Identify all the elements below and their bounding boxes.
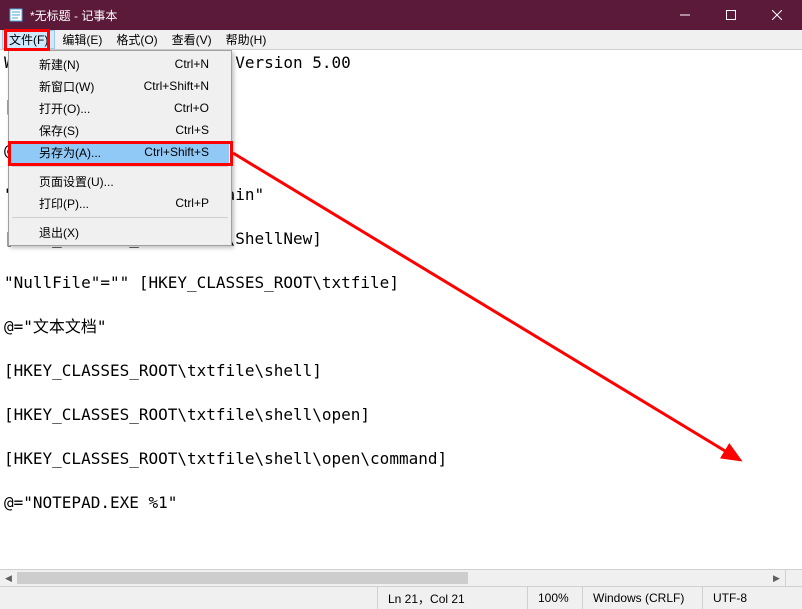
titlebar: *无标题 - 记事本 (0, 0, 802, 30)
menu-item-save[interactable]: 保存(S) Ctrl+S (11, 119, 229, 141)
scrollbar-corner (785, 569, 802, 586)
menu-item-label: 另存为(A)... (39, 144, 144, 161)
menu-item-label: 打开(O)... (39, 100, 174, 117)
menu-item-save-as[interactable]: 另存为(A)... Ctrl+Shift+S (11, 141, 229, 163)
status-encoding: UTF-8 (702, 587, 802, 609)
menu-item-label: 退出(X) (39, 224, 209, 241)
status-cursor-pos: Ln 21，Col 21 (377, 587, 527, 609)
notepad-app-icon (8, 7, 24, 23)
menu-item-label: 新建(N) (39, 56, 175, 73)
scroll-left-icon[interactable]: ◀ (0, 570, 17, 586)
status-line-ending: Windows (CRLF) (582, 587, 702, 609)
menu-item-shortcut: Ctrl+S (175, 123, 209, 137)
menu-view[interactable]: 查看(V) (165, 30, 219, 49)
menubar: 文件(F) 编辑(E) 格式(O) 查看(V) 帮助(H) (0, 30, 802, 50)
menu-edit[interactable]: 编辑(E) (55, 30, 109, 49)
menu-item-label: 页面设置(U)... (39, 173, 209, 190)
menu-item-shortcut: Ctrl+O (174, 101, 209, 115)
window-title: *无标题 - 记事本 (30, 7, 662, 24)
minimize-button[interactable] (662, 0, 708, 30)
menu-format[interactable]: 格式(O) (109, 30, 164, 49)
statusbar: Ln 21，Col 21 100% Windows (CRLF) UTF-8 (0, 586, 802, 609)
menu-item-exit[interactable]: 退出(X) (11, 221, 229, 243)
menu-item-open[interactable]: 打开(O)... Ctrl+O (11, 97, 229, 119)
menu-file[interactable]: 文件(F) (2, 30, 55, 49)
menu-item-shortcut: Ctrl+N (175, 57, 209, 71)
file-menu-dropdown: 新建(N) Ctrl+N 新窗口(W) Ctrl+Shift+N 打开(O)..… (8, 50, 232, 246)
menu-help[interactable]: 帮助(H) (219, 30, 274, 49)
menu-item-new[interactable]: 新建(N) Ctrl+N (11, 53, 229, 75)
menu-item-shortcut: Ctrl+Shift+N (144, 79, 209, 93)
menu-item-shortcut: Ctrl+Shift+S (144, 145, 209, 159)
menu-item-new-window[interactable]: 新窗口(W) Ctrl+Shift+N (11, 75, 229, 97)
menu-item-label: 保存(S) (39, 122, 175, 139)
menu-separator (12, 217, 228, 218)
menu-item-shortcut: Ctrl+P (175, 196, 209, 210)
maximize-button[interactable] (708, 0, 754, 30)
menu-item-page-setup[interactable]: 页面设置(U)... (11, 170, 229, 192)
status-zoom: 100% (527, 587, 582, 609)
close-button[interactable] (754, 0, 800, 30)
menu-item-print[interactable]: 打印(P)... Ctrl+P (11, 192, 229, 214)
horizontal-scrollbar[interactable]: ◀ ▶ (0, 569, 785, 586)
menu-item-label: 打印(P)... (39, 195, 175, 212)
menu-separator (12, 166, 228, 167)
scroll-thumb[interactable] (17, 572, 468, 584)
scroll-right-icon[interactable]: ▶ (768, 570, 785, 586)
scroll-track[interactable] (17, 570, 768, 586)
menu-item-label: 新窗口(W) (39, 78, 144, 95)
